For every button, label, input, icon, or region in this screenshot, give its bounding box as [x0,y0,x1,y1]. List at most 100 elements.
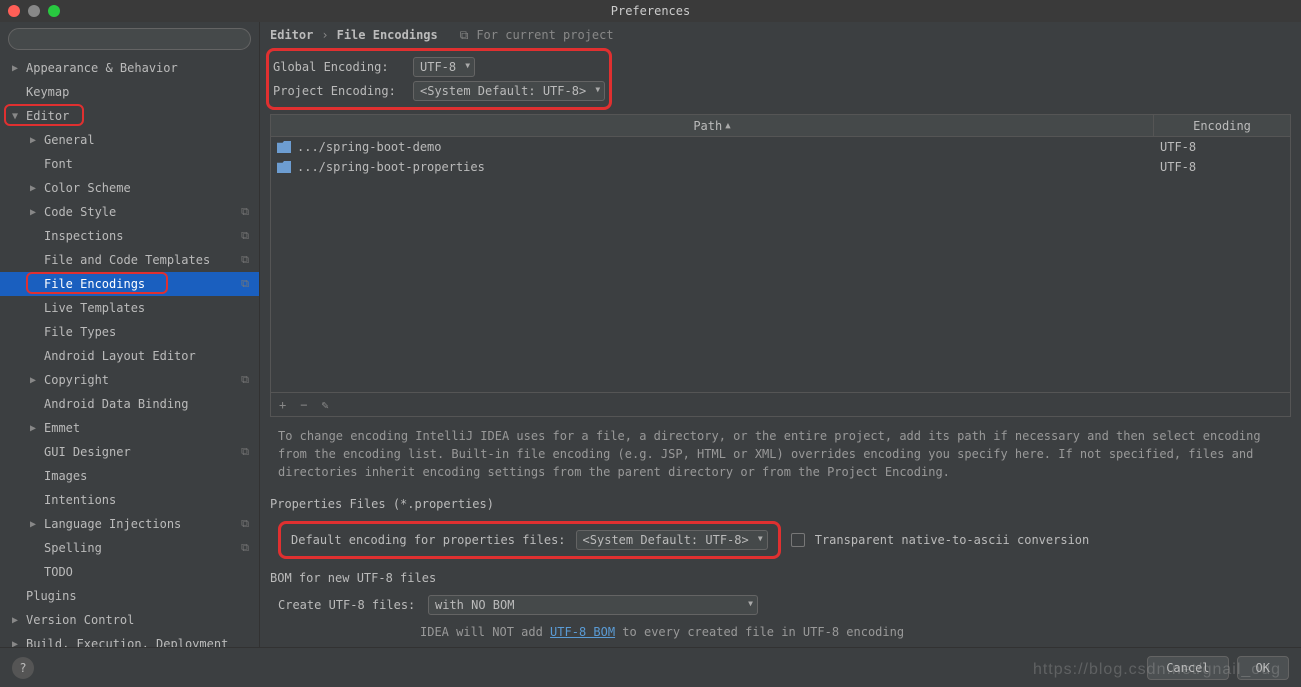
expand-icon[interactable] [30,135,40,146]
sidebar-item-live-templates[interactable]: Live Templates [0,296,259,320]
sidebar-item-code-style[interactable]: Code Style ⧉ [0,200,259,224]
project-scope-icon: ⧉ [241,253,249,267]
maximize-icon[interactable] [48,5,60,17]
transparent-checkbox[interactable] [791,533,805,547]
sidebar-item-version-control[interactable]: Version Control [0,608,259,632]
content-panel: Editor › File Encodings ⧉ For current pr… [260,22,1301,647]
remove-button[interactable]: − [300,398,307,412]
sidebar-item-label: Live Templates [44,301,145,315]
description-text: To change encoding IntelliJ IDEA uses fo… [260,417,1301,491]
sidebar-item-label: Editor [26,109,69,123]
project-scope-icon: ⧉ [241,541,249,555]
sidebar-item-android-layout-editor[interactable]: Android Layout Editor [0,344,259,368]
sidebar-item-label: Build, Execution, Deployment [26,637,228,647]
sidebar-item-label: Version Control [26,613,134,627]
sidebar-item-font[interactable]: Font [0,152,259,176]
sidebar-item-build-execution-deployment[interactable]: Build, Execution, Deployment [0,632,259,647]
search-input[interactable] [8,28,251,50]
add-button[interactable]: + [279,398,286,412]
sidebar-item-copyright[interactable]: Copyright ⧉ [0,368,259,392]
breadcrumb: Editor › File Encodings ⧉ For current pr… [260,22,1301,48]
sidebar-item-intentions[interactable]: Intentions [0,488,259,512]
sidebar-item-label: Font [44,157,73,171]
project-scope-icon: ⧉ [241,277,249,291]
table-row[interactable]: .../spring-boot-demoUTF-8 [271,137,1290,157]
sidebar-item-file-and-code-templates[interactable]: File and Code Templates⧉ [0,248,259,272]
encoding-cell[interactable]: UTF-8 [1154,140,1290,154]
help-button[interactable]: ? [12,657,34,679]
sidebar-item-label: Android Layout Editor [44,349,196,363]
expand-icon[interactable] [30,519,40,530]
folder-icon [277,161,291,173]
titlebar: Preferences [0,0,1301,22]
sidebar-item-plugins[interactable]: Plugins [0,584,259,608]
window-title: Preferences [611,4,690,18]
sidebar-item-android-data-binding[interactable]: Android Data Binding [0,392,259,416]
encoding-table: Path▲ Encoding .../spring-boot-demoUTF-8… [270,114,1291,417]
expand-icon[interactable] [12,639,22,648]
breadcrumb-parent[interactable]: Editor [270,28,313,42]
folder-icon [277,141,291,153]
sidebar-item-label: Color Scheme [44,181,131,195]
sidebar-item-color-scheme[interactable]: Color Scheme [0,176,259,200]
props-default-label: Default encoding for properties files: [291,533,566,547]
breadcrumb-child: File Encodings [337,28,438,42]
sidebar-item-todo[interactable]: TODO [0,560,259,584]
breadcrumb-sep: › [321,28,328,42]
edit-button[interactable]: ✎ [321,398,328,412]
sidebar-item-inspections[interactable]: Inspections⧉ [0,224,259,248]
sidebar-item-label: Copyright [44,373,109,387]
create-utf8-dropdown[interactable]: with NO BOM [428,595,758,615]
minimize-icon[interactable] [28,5,40,17]
sidebar-item-label: File Types [44,325,116,339]
project-scope-icon: ⧉ [241,205,249,219]
sidebar-item-language-injections[interactable]: Language Injections⧉ [0,512,259,536]
col-path[interactable]: Path▲ [271,115,1154,136]
table-row[interactable]: .../spring-boot-propertiesUTF-8 [271,157,1290,177]
expand-icon[interactable] [12,111,22,122]
sidebar-item-label: Android Data Binding [44,397,189,411]
sidebar-item-general[interactable]: General [0,128,259,152]
expand-icon[interactable] [12,63,22,74]
sidebar-item-gui-designer[interactable]: GUI Designer⧉ [0,440,259,464]
project-encoding-dropdown[interactable]: <System Default: UTF-8> [413,81,605,101]
encoding-cell[interactable]: UTF-8 [1154,160,1290,174]
expand-icon[interactable] [30,207,40,218]
bom-section-title: BOM for new UTF-8 files [260,565,1301,589]
expand-icon[interactable] [30,423,40,434]
cancel-button[interactable]: Cancel [1147,656,1228,680]
settings-tree[interactable]: Appearance & Behavior Keymap Editor General… [0,56,259,647]
sidebar-item-label: Images [44,469,87,483]
ok-button[interactable]: OK [1237,656,1289,680]
sidebar-item-label: Intentions [44,493,116,507]
sidebar-item-appearance-behavior[interactable]: Appearance & Behavior [0,56,259,80]
sidebar-item-label: Inspections [44,229,123,243]
sidebar-item-label: Spelling [44,541,102,555]
utf8-bom-link[interactable]: UTF-8 BOM [550,625,615,639]
sidebar-item-label: Appearance & Behavior [26,61,178,75]
global-encoding-label: Global Encoding: [273,60,403,74]
sidebar-item-file-types[interactable]: File Types [0,320,259,344]
sidebar-item-label: Language Injections [44,517,181,531]
expand-icon[interactable] [30,183,40,194]
sidebar-item-label: Code Style [44,205,116,219]
sidebar-item-keymap[interactable]: Keymap [0,80,259,104]
project-scope-icon: ⧉ [241,373,249,387]
sidebar-item-file-encodings[interactable]: File Encodings⧉ [0,272,259,296]
sidebar-item-label: Emmet [44,421,80,435]
copy-icon: ⧉ [460,28,469,43]
expand-icon[interactable] [30,375,40,386]
project-encoding-label: Project Encoding: [273,84,403,98]
sidebar-item-label: TODO [44,565,73,579]
sidebar-item-emmet[interactable]: Emmet [0,416,259,440]
expand-icon[interactable] [12,615,22,626]
project-scope-icon: ⧉ [241,445,249,459]
close-icon[interactable] [8,5,20,17]
sidebar-item-spelling[interactable]: Spelling ⧉ [0,536,259,560]
props-default-dropdown[interactable]: <System Default: UTF-8> [576,530,768,550]
global-encoding-dropdown[interactable]: UTF-8 [413,57,475,77]
col-encoding[interactable]: Encoding [1154,115,1290,136]
sidebar-item-images[interactable]: Images [0,464,259,488]
sidebar-item-editor[interactable]: Editor [0,104,259,128]
sidebar-item-label: General [44,133,95,147]
